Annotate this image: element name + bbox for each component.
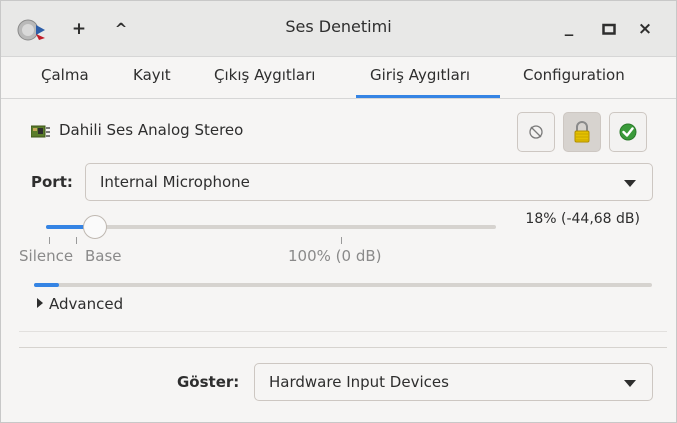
tab-playback[interactable]: Çalma bbox=[41, 66, 89, 84]
device-bottom-divider bbox=[19, 331, 667, 332]
selected-tab-indicator bbox=[356, 95, 500, 98]
check-icon bbox=[619, 123, 637, 141]
normal-volume-mark-label: 100% (0 dB) bbox=[288, 247, 382, 265]
lock-channels-button[interactable] bbox=[563, 112, 601, 152]
footer-separator bbox=[19, 347, 667, 348]
show-devices-combobox[interactable]: Hardware Input Devices bbox=[254, 363, 653, 401]
port-combobox[interactable]: Internal Microphone bbox=[85, 163, 653, 201]
silence-mark-label: Silence bbox=[19, 247, 74, 265]
base-tick bbox=[76, 237, 77, 244]
base-mark-label: Base bbox=[85, 247, 122, 265]
tab-configuration[interactable]: Configuration bbox=[523, 66, 625, 84]
volume-readout: 18% (-44,68 dB) bbox=[525, 211, 640, 227]
show-label: Göster: bbox=[177, 373, 240, 391]
tab-output-devices[interactable]: Çıkış Aygıtları bbox=[214, 66, 315, 84]
volume-slider-handle[interactable] bbox=[83, 215, 107, 239]
dropdown-arrow-icon bbox=[624, 380, 636, 387]
input-level-meter-fill bbox=[34, 283, 59, 287]
minimize-button[interactable]: _ bbox=[557, 15, 581, 39]
mute-button[interactable] bbox=[517, 112, 555, 152]
input-level-meter bbox=[34, 283, 652, 287]
show-selected-value: Hardware Input Devices bbox=[269, 373, 449, 391]
tab-bar: Çalma Kayıt Çıkış Aygıtları Giriş Aygıtl… bbox=[1, 57, 676, 99]
port-label: Port: bbox=[31, 173, 73, 191]
volume-slider-track[interactable] bbox=[46, 225, 496, 229]
silence-tick bbox=[49, 237, 50, 244]
title-bar[interactable]: + ^ Ses Denetimi _ × bbox=[1, 1, 676, 57]
set-fallback-button[interactable] bbox=[609, 112, 647, 152]
dropdown-arrow-icon bbox=[624, 180, 636, 187]
maximize-icon bbox=[602, 23, 616, 35]
sound-card-icon bbox=[30, 125, 51, 139]
expander-arrow-icon bbox=[37, 298, 43, 308]
close-button[interactable]: × bbox=[633, 17, 657, 41]
port-selected-value: Internal Microphone bbox=[100, 173, 250, 191]
tab-input-devices[interactable]: Giriş Aygıtları bbox=[370, 66, 470, 84]
device-name: Dahili Ses Analog Stereo bbox=[59, 121, 244, 139]
sound-control-window: + ^ Ses Denetimi _ × Çalma Kayıt Çıkış A… bbox=[0, 0, 677, 423]
lock-icon bbox=[574, 121, 590, 143]
advanced-label: Advanced bbox=[49, 295, 124, 313]
maximize-button[interactable] bbox=[597, 17, 621, 41]
normal-volume-tick bbox=[341, 237, 342, 244]
tab-recording[interactable]: Kayıt bbox=[133, 66, 171, 84]
advanced-expander[interactable]: Advanced bbox=[37, 295, 123, 313]
mute-icon bbox=[529, 125, 543, 139]
